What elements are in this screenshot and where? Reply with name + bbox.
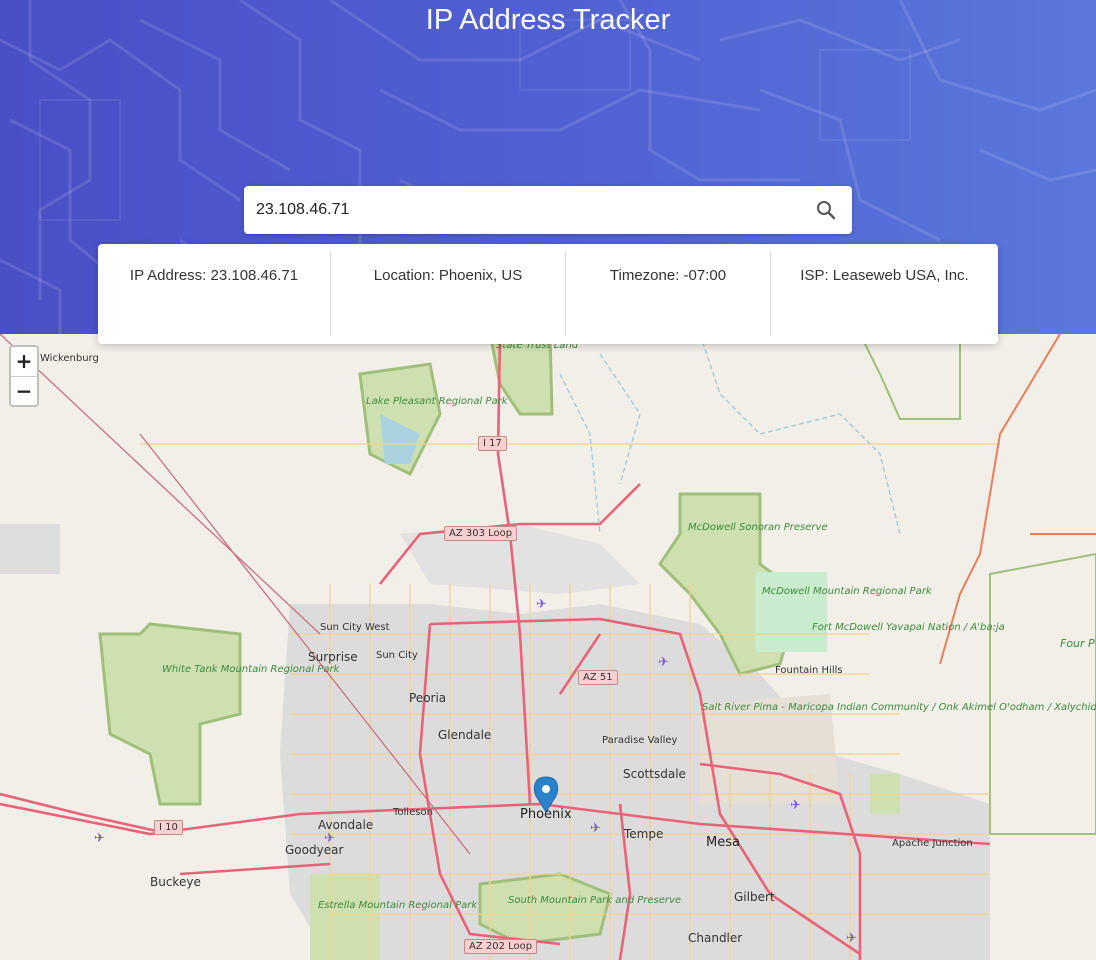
map-tiles [0, 334, 1096, 960]
airport-icon: ✈ [536, 596, 547, 611]
park-label: Fort McDowell Yavapai Nation / A'ba:ja [812, 622, 1005, 634]
highway-shield: AZ 303 Loop [444, 526, 518, 541]
place-label: Tempe [624, 827, 664, 841]
highway-shield: AZ 202 Loop [464, 939, 538, 954]
highway-shield: I 17 [478, 436, 507, 451]
place-label: Gilbert [734, 890, 775, 904]
timezone-value: Timezone: -07:00 [609, 267, 727, 284]
ip-info-card: IP Address: 23.108.46.71 Location: Phoen… [98, 244, 998, 344]
airport-icon: ✈ [658, 654, 669, 669]
zoom-in-button[interactable]: + [11, 347, 37, 377]
airport-icon: ✈ [94, 830, 105, 845]
zoom-control: + − [9, 345, 39, 407]
airport-icon: ✈ [324, 830, 335, 845]
park-label: McDowell Mountain Regional Park [762, 586, 932, 598]
place-label: Phoenix [520, 807, 572, 822]
highway-shield: I 10 [154, 820, 183, 835]
place-label: Mesa [706, 835, 740, 850]
search-button[interactable] [808, 194, 844, 226]
place-label: Sun City West [320, 622, 390, 633]
isp-value: ISP: Leaseweb USA, Inc. [800, 267, 969, 284]
park-label: South Mountain Park and Preserve [508, 895, 681, 906]
highway-shield: AZ 51 [578, 670, 618, 685]
ip-address-value: IP Address: 23.108.46.71 [129, 267, 299, 284]
place-label: Fountain Hills [775, 665, 843, 676]
place-label: Sun City [376, 650, 418, 661]
park-label: White Tank Mountain Regional Park [162, 664, 339, 676]
airport-icon: ✈ [846, 930, 857, 945]
place-label: Tolleson [393, 807, 433, 818]
place-label: Apache Junction [892, 838, 973, 849]
park-label: Estrella Mountain Regional Park [318, 900, 477, 912]
place-label: Chandler [688, 931, 743, 945]
search-icon [817, 201, 836, 220]
place-label: Scottsdale [623, 767, 686, 781]
airport-icon: ✈ [590, 820, 601, 835]
place-label: Surprise [308, 650, 358, 664]
place-label: Wickenburg [40, 353, 99, 364]
zoom-out-button[interactable]: − [11, 377, 37, 406]
location-value: Location: Phoenix, US [373, 267, 523, 284]
airport-icon: ✈ [790, 797, 801, 812]
ip-search-input[interactable] [244, 186, 806, 234]
park-label: Four P Wilder [1060, 637, 1096, 650]
place-label: Glendale [438, 728, 492, 742]
place-label: Buckeye [150, 875, 201, 889]
map-view[interactable]: Wickenburg State Trust Land Lake Pleasan… [0, 334, 1096, 960]
place-label: Peoria [409, 691, 447, 705]
search-bar [244, 186, 852, 234]
park-label: Salt River Pima - Maricopa Indian Commun… [702, 702, 1096, 714]
page-title: IP Address Tracker [425, 4, 671, 36]
park-label: McDowell Sonoran Preserve [688, 522, 828, 533]
place-label: Paradise Valley [602, 735, 678, 746]
park-label: Lake Pleasant Regional Park [366, 396, 508, 407]
